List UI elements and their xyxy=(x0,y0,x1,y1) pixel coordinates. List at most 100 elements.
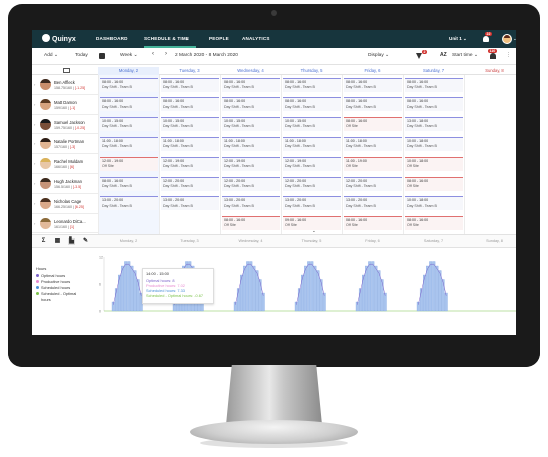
day-header[interactable]: Tuesday, 3 xyxy=(159,67,220,75)
nav-schedule-time[interactable]: SCHEDULE & TIME xyxy=(144,36,189,41)
expand-chevron-icon[interactable]: › xyxy=(34,141,35,146)
employee-avatar xyxy=(40,197,51,209)
shift-card[interactable]: 13:00 - 20:00 Day Shift - Team B xyxy=(344,196,402,211)
shift-card[interactable]: 12:00 - 19:00 Day Shift - Team B xyxy=(161,156,219,171)
shift-card[interactable]: 08:00 - 16:00 Day Shift - Team B xyxy=(344,77,402,92)
shift-card[interactable]: 12:00 - 20:00 Day Shift - Team B xyxy=(283,176,341,191)
quinyx-logo[interactable]: Quinyx xyxy=(42,34,76,43)
shift-card[interactable]: 08:00 - 16:00 Day Shift - Team B xyxy=(405,77,463,92)
shift-card[interactable]: 11:00 - 18:00 Day Shift - Team B xyxy=(222,136,280,151)
shift-card[interactable]: 13:00 - 20:00 Day Shift - Team B xyxy=(161,196,219,211)
edit-icon[interactable]: ✎ xyxy=(82,238,89,245)
expand-chevron-icon[interactable]: › xyxy=(34,122,35,127)
expand-chevron-icon[interactable]: › xyxy=(34,102,35,107)
next-week-button[interactable]: › xyxy=(165,51,167,57)
employee-row[interactable]: › Samuel Jackson 159.75/160 | [-0.25] xyxy=(32,115,98,135)
employee-row[interactable]: › Natalie Portman 157/160 | [-3] xyxy=(32,134,98,155)
shift-card[interactable]: 08:00 - 16:00 Off Site xyxy=(222,216,280,231)
shift-card[interactable]: 08:00 - 16:00 Off Site xyxy=(405,176,463,191)
display-menu-button[interactable]: Display ⌄ xyxy=(368,53,389,58)
shift-card[interactable]: 08:00 - 16:00 Day Shift - Team B xyxy=(222,97,280,112)
footer-day-label: Sunday, 8 xyxy=(486,239,503,243)
day-header[interactable]: Wednesday, 4 xyxy=(220,67,281,75)
day-header[interactable]: Monday, 2 xyxy=(98,67,159,75)
employee-row[interactable]: › Hugh Jackman 156.5/160 | [-3.5] xyxy=(32,174,98,194)
notification-bell-icon[interactable] xyxy=(482,35,490,43)
employee-row[interactable]: › Rachel Muldam 166/160 | [6] xyxy=(32,154,98,174)
shift-card[interactable]: 08:00 - 16:00 Day Shift - Team B xyxy=(344,97,402,112)
shift-card[interactable]: 12:00 - 20:00 Day Shift - Team B xyxy=(161,176,219,191)
shift-card[interactable]: 08:00 - 16:00 Day Shift - Team B xyxy=(283,77,341,92)
shift-card[interactable]: 12:00 - 19:00 Off Site xyxy=(100,156,158,171)
shift-card[interactable]: 11:00 - 18:00 Day Shift - Team B xyxy=(283,136,341,151)
shift-card[interactable]: 12:00 - 20:00 Day Shift - Team B xyxy=(344,176,402,191)
day-header[interactable]: Thursday, 5 xyxy=(281,67,342,75)
employee-row[interactable]: › Ben Affleck 158.75/160 | [-1.25] xyxy=(32,75,98,95)
user-menu-chevron-icon[interactable]: ⌄ xyxy=(513,36,516,42)
shift-card[interactable]: 11:00 - 18:00 Day Shift - Team B xyxy=(344,136,402,151)
shift-card[interactable]: 10:00 - 18:00 Day Shift - Team B xyxy=(405,196,463,211)
start-time-sort[interactable]: Start time ⌄ xyxy=(452,53,478,58)
shift-card[interactable]: 13:00 - 20:00 Day Shift - Team B xyxy=(283,196,341,211)
calendar-icon[interactable] xyxy=(99,53,105,59)
shift-card[interactable]: 08:00 - 16:00 Day Shift - Team B xyxy=(100,77,158,92)
sort-az-icon[interactable]: AZ xyxy=(440,52,447,58)
week-selector[interactable]: Week ⌄ xyxy=(120,53,138,58)
shift-card[interactable]: 13:00 - 20:00 Day Shift - Team B xyxy=(222,196,280,211)
shift-card[interactable]: 12:00 - 19:00 Day Shift - Team B xyxy=(222,156,280,171)
expand-chevron-icon[interactable]: › xyxy=(34,181,35,186)
day-header[interactable]: Friday, 6 xyxy=(342,67,403,75)
sum-icon[interactable]: Σ xyxy=(40,238,47,245)
shift-card[interactable]: 12:00 - 19:00 Day Shift - Team B xyxy=(283,156,341,171)
shift-card[interactable]: 11:00 - 18:00 Day Shift - Team B xyxy=(161,136,219,151)
shift-card[interactable]: 08:00 - 16:00 Off Site xyxy=(405,216,463,231)
shift-card[interactable]: 08:00 - 16:00 Day Shift - Team B xyxy=(100,97,158,112)
shift-card[interactable]: 08:00 - 16:00 Off Site xyxy=(344,117,402,132)
shift-card[interactable]: 11:00 - 18:00 Day Shift - Team B xyxy=(100,136,158,151)
expand-chevron-icon[interactable]: › xyxy=(34,82,35,87)
filter-icon[interactable] xyxy=(416,53,422,59)
prev-week-button[interactable]: ‹ xyxy=(152,51,154,57)
employee-hours: 158.75/160 | [-1.25] xyxy=(54,86,86,90)
shift-card[interactable]: 10:00 - 15:00 Day Shift - Team B xyxy=(161,117,219,132)
today-button[interactable]: Today xyxy=(75,53,88,58)
day-header[interactable]: Sunday, 8 xyxy=(464,67,516,75)
shift-card[interactable]: 08:00 - 16:00 Day Shift - Team B xyxy=(283,97,341,112)
chart-icon[interactable]: ▙ xyxy=(68,238,75,245)
employee-row[interactable]: › Leonardo DiCa... 161/160 | [1] xyxy=(32,214,98,234)
shift-card[interactable]: 10:00 - 18:00 Day Shift - Team B xyxy=(405,136,463,151)
hours-bar xyxy=(423,274,426,312)
shift-card[interactable]: 08:00 - 16:00 Off Site xyxy=(344,216,402,231)
shift-card[interactable]: 10:00 - 15:00 Day Shift - Team B xyxy=(283,117,341,132)
user-avatar[interactable] xyxy=(502,34,512,44)
unit-selector[interactable]: Unit 1 ⌄ xyxy=(449,36,467,42)
employee-row[interactable]: › Nicholas Cage 166.25/160 | [6.25] xyxy=(32,194,98,214)
expand-chevron-icon[interactable]: › xyxy=(34,161,35,166)
shift-card[interactable]: 13:00 - 18:00 Day Shift - Team B xyxy=(405,117,463,132)
employee-row[interactable]: › Matt Damon 159/160 | [-1] xyxy=(32,95,98,115)
shift-card[interactable]: 08:00 - 16:00 Day Shift - Team B xyxy=(405,97,463,112)
more-options-icon[interactable]: ⋮ xyxy=(506,53,511,58)
nav-dropdown-chevron-icon[interactable]: ⌄ xyxy=(185,36,189,42)
grid-icon[interactable]: ▦ xyxy=(54,238,61,245)
shift-card[interactable]: 08:00 - 16:00 Day Shift - Team B xyxy=(161,97,219,112)
shift-card[interactable]: 10:00 - 15:00 Day Shift - Team B xyxy=(100,117,158,132)
nav-people[interactable]: PEOPLE xyxy=(209,36,229,41)
nav-dashboard[interactable]: DASHBOARD xyxy=(96,36,128,41)
mail-icon[interactable] xyxy=(63,68,70,73)
expand-chevron-icon[interactable]: › xyxy=(34,221,35,226)
shift-card[interactable]: 08:00 - 16:00 Day Shift - Team B xyxy=(222,77,280,92)
shift-card[interactable]: 12:00 - 20:00 Day Shift - Team B xyxy=(222,176,280,191)
flag-icon[interactable] xyxy=(490,53,496,59)
day-header[interactable]: Saturday, 7 xyxy=(403,67,464,75)
shift-card[interactable]: 11:00 - 19:00 Off Site xyxy=(344,156,402,171)
shift-card[interactable]: 10:00 - 18:00 Off Site xyxy=(405,156,463,171)
shift-card[interactable]: 08:00 - 16:00 Day Shift - Team B xyxy=(100,176,158,191)
shift-card[interactable]: 08:00 - 16:00 Day Shift - Team B xyxy=(161,77,219,92)
add-button[interactable]: Add ⌄ xyxy=(44,53,58,58)
shift-card[interactable]: 13:00 - 20:00 Day Shift - Team B xyxy=(100,196,158,211)
shift-card[interactable]: 10:00 - 15:00 Day Shift - Team B xyxy=(222,117,280,132)
hours-diff: [6] xyxy=(69,165,74,170)
nav-analytics[interactable]: ANALYTICS xyxy=(242,36,270,41)
expand-chevron-icon[interactable]: › xyxy=(34,201,35,206)
